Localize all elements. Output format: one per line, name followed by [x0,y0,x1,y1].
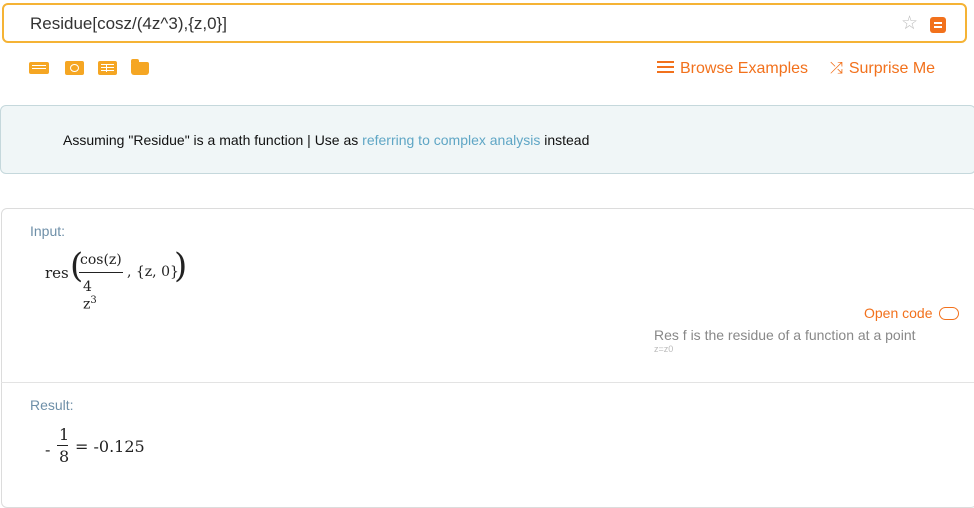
right-paren: ) [174,246,188,286]
shuffle-icon: ⤮ [830,60,843,77]
result-numerator: 1 [59,425,70,444]
menu-icon [657,60,674,73]
assumption-prefix: Assuming "Residue" is a math function | … [63,132,363,148]
result-fraction-bar [57,445,68,446]
hint-subscript: z=z0 [654,344,674,354]
assumption-suffix: instead [540,132,590,148]
open-code-button[interactable]: Open code [864,305,959,321]
result-denominator: 8 [59,447,70,466]
compute-button[interactable] [930,17,946,33]
keyboard-icon[interactable] [29,62,49,74]
input-denominator: 4 z3 [83,279,97,313]
fraction-bar [79,272,123,273]
search-bar[interactable]: ☆ [2,3,967,43]
surprise-me-link[interactable]: ⤮ Surprise Me [830,60,935,78]
result-decimal: = -0.125 [75,437,145,456]
surprise-me-label: Surprise Me [848,60,936,77]
input-numerator: cos(z) [80,252,122,268]
folder-upload-icon[interactable] [131,59,149,75]
function-hint: Res f is the residue of a function at a … [654,327,916,354]
residue-function: res [45,264,69,282]
results-card [1,208,974,508]
denominator-exponent: 3 [90,295,97,306]
pod-divider [1,382,974,383]
search-input[interactable] [30,12,850,36]
assumption-alt-link[interactable]: referring to complex analysis [362,132,540,148]
open-code-label: Open code [864,305,933,321]
assumption-text: Assuming "Residue" is a math function | … [63,132,589,148]
result-pod-title: Result: [30,397,74,413]
browse-examples-label: Browse Examples [680,60,809,77]
favorite-star-icon[interactable]: ☆ [901,12,918,35]
assumption-box: Assuming "Residue" is a math function | … [0,105,974,174]
result-sign: - [45,440,51,459]
cloud-arrow-icon [938,307,959,320]
table-icon[interactable] [98,61,117,75]
input-args: , {z, 0} [127,264,179,280]
hint-text: Res f is the residue of a function at a … [654,327,916,343]
camera-icon[interactable] [65,61,84,75]
input-pod-title: Input: [30,223,66,239]
browse-examples-link[interactable]: Browse Examples [657,60,808,78]
